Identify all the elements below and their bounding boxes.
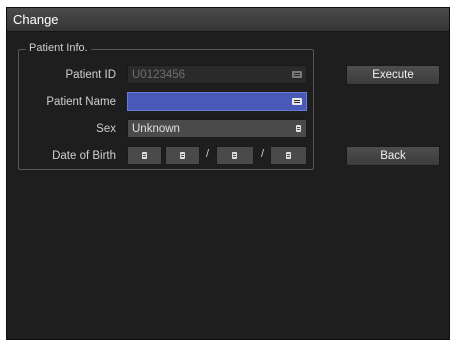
keyboard-icon — [292, 71, 302, 78]
patient-id-label: Patient ID — [65, 69, 117, 81]
list-icon — [286, 152, 291, 159]
list-icon — [180, 152, 185, 159]
patient-info-legend: Patient Info. — [26, 42, 91, 55]
dob-field-4[interactable] — [270, 146, 307, 165]
sex-label: Sex — [96, 123, 116, 135]
patient-name-field[interactable] — [127, 92, 307, 111]
dialog-title: Change — [13, 12, 59, 27]
title-bar: Change — [7, 8, 449, 32]
sex-select[interactable]: Unknown — [127, 119, 307, 138]
patient-id-field: U0123456 — [127, 65, 307, 84]
patient-id-value: U0123456 — [132, 69, 186, 81]
list-icon — [232, 152, 237, 159]
execute-button[interactable]: Execute — [346, 65, 440, 85]
dob-separator-1: / — [206, 148, 210, 160]
date-of-birth-label: Date of Birth — [52, 150, 116, 162]
dob-field-3[interactable] — [216, 146, 254, 165]
list-icon — [142, 152, 147, 159]
keyboard-icon[interactable] — [292, 98, 302, 105]
dob-field-2[interactable] — [165, 146, 200, 165]
back-button[interactable]: Back — [346, 146, 440, 166]
sex-value: Unknown — [132, 123, 180, 135]
dob-field-1[interactable] — [127, 146, 162, 165]
dob-separator-2: / — [261, 148, 265, 160]
list-icon — [296, 125, 301, 132]
patient-name-label: Patient Name — [46, 96, 116, 108]
